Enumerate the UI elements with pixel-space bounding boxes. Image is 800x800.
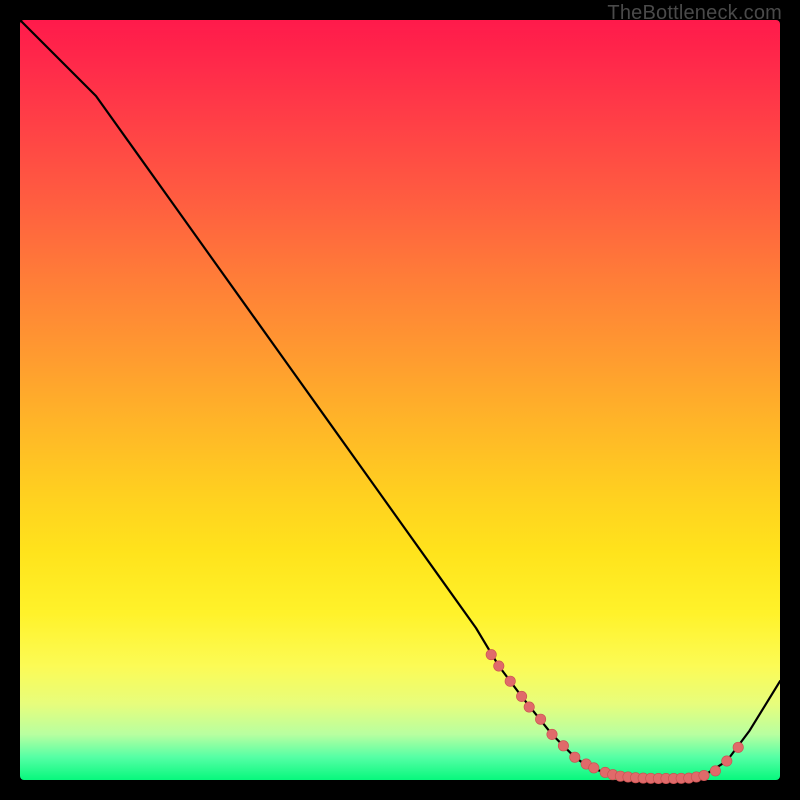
curve-marker (547, 729, 557, 739)
curve-markers (486, 649, 743, 783)
curve-marker (710, 766, 720, 776)
chart-stage: TheBottleneck.com (0, 0, 800, 800)
curve-marker (486, 649, 496, 659)
curve-marker (505, 676, 515, 686)
curve-marker (699, 770, 709, 780)
curve-marker (535, 714, 545, 724)
bottleneck-curve (20, 20, 780, 778)
curve-marker (494, 661, 504, 671)
watermark-text: TheBottleneck.com (607, 2, 782, 25)
chart-svg (20, 20, 780, 780)
curve-marker (558, 741, 568, 751)
curve-marker (516, 691, 526, 701)
curve-marker (589, 763, 599, 773)
curve-marker (722, 756, 732, 766)
curve-marker (524, 702, 534, 712)
curve-marker (733, 742, 743, 752)
curve-marker (570, 752, 580, 762)
